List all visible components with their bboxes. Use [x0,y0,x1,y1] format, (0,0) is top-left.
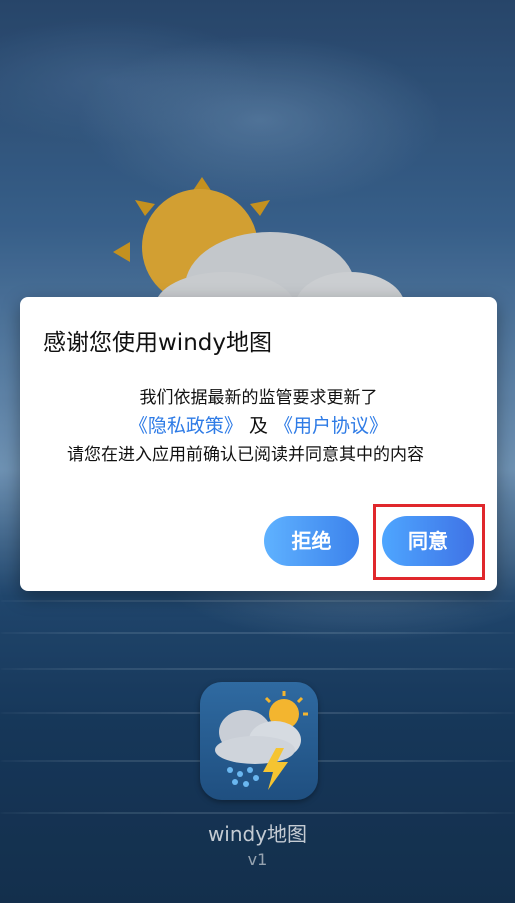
weather-cloud-sun-lightning-icon [215,691,308,790]
reject-button[interactable]: 拒绝 [264,516,359,566]
conjunction-text: 及 [248,415,268,437]
app-name: windy地图 [207,822,308,846]
app-version: v1 [247,850,268,869]
dialog-title: 感谢您使用windy地图 [43,330,272,356]
user-agreement-link[interactable]: 《用户协议》 [274,415,388,437]
agree-button-highlight-box [373,504,485,580]
dialog-message-line3: 请您在进入应用前确认已阅读并同意其中的内容 [67,445,424,465]
dialog-message-links: 《隐私政策》 及 《用户协议》 [20,411,497,438]
dialog-message-line1: 我们依据最新的监管要求更新了 [139,388,378,408]
privacy-policy-link[interactable]: 《隐私政策》 [129,415,243,437]
app-icon [200,682,318,800]
